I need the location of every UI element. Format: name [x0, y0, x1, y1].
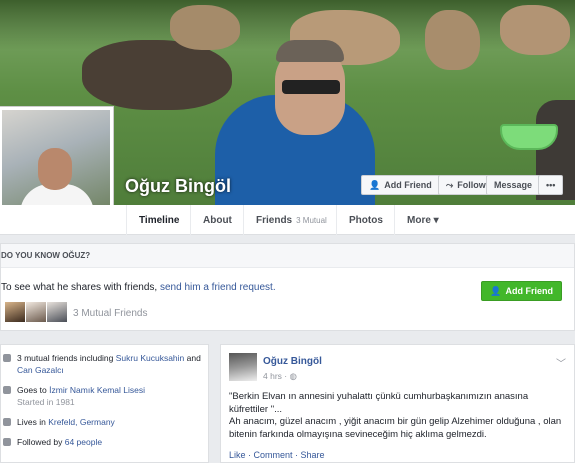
- message-button[interactable]: Message: [486, 175, 541, 195]
- tab-friends-count: 3 Mutual: [296, 215, 327, 225]
- location-link[interactable]: Krefeld, Germany: [48, 417, 115, 427]
- mutual-friends-label[interactable]: 3 Mutual Friends: [73, 308, 147, 319]
- friend-request-link[interactable]: send him a friend request.: [160, 282, 276, 293]
- mutual-friend-link[interactable]: Sukru Kucuksahin: [116, 353, 185, 363]
- know-text-prefix: To see what he shares with friends,: [1, 282, 160, 293]
- intro-mutual-and: and: [184, 353, 201, 363]
- intro-mutual-prefix: 3 mutual friends including: [17, 353, 116, 363]
- do-you-know-card: DO YOU KNOW OĞUZ? To see what he shares …: [0, 243, 575, 331]
- tab-photos[interactable]: Photos: [336, 205, 395, 235]
- add-friend-green-button[interactable]: 👤 Add Friend: [481, 281, 562, 301]
- add-friend-button[interactable]: 👤 Add Friend: [361, 175, 440, 195]
- cover-person-hair: [276, 40, 344, 62]
- mutual-friend-link[interactable]: Can Gazalcı: [17, 365, 64, 375]
- sunglasses: [282, 80, 340, 94]
- school-link[interactable]: İzmir Namık Kemal Lisesi: [49, 385, 145, 395]
- add-friend-icon: 👤: [369, 179, 381, 190]
- intro-followed-prefix: Followed by: [17, 437, 65, 447]
- tab-timeline-label: Timeline: [139, 214, 180, 226]
- post-body: "Berkin Elvan ın annesini yuhalattı çünk…: [229, 391, 569, 441]
- avatar[interactable]: [5, 302, 25, 322]
- tab-more[interactable]: More ▾: [394, 205, 451, 235]
- avatar[interactable]: [229, 353, 257, 381]
- globe-icon: ◍: [289, 371, 297, 381]
- followers-link[interactable]: 64 people: [65, 437, 102, 447]
- tab-about[interactable]: About: [190, 205, 244, 235]
- profile-nav: Timeline About Friends 3 Mutual Photos M…: [0, 205, 575, 235]
- friends-icon: [3, 354, 11, 362]
- tab-friends-label: Friends: [256, 214, 293, 226]
- deer-1: [82, 40, 232, 110]
- follow-label: Follow: [457, 180, 486, 190]
- post-body-line-1: "Berkin Elvan ın annesini yuhalattı çünk…: [229, 391, 529, 415]
- add-friend-green-label: Add Friend: [505, 286, 554, 296]
- know-text: To see what he shares with friends, send…: [1, 282, 276, 293]
- intro-lives-prefix: Lives in: [17, 417, 49, 427]
- intro-card: 3 mutual friends including Sukru Kucuksa…: [0, 344, 209, 463]
- tab-about-label: About: [203, 214, 232, 226]
- intro-followers: Followed by 64 people: [1, 436, 208, 448]
- school-icon: [3, 386, 11, 394]
- mutual-avatars: [5, 302, 67, 322]
- post-card: Oğuz Bingöl 4 hrs · ◍ ﹀ "Berkin Elvan ın…: [220, 344, 575, 463]
- deer-4: [425, 10, 480, 70]
- profile-pic-head: [38, 148, 72, 190]
- know-title: DO YOU KNOW OĞUZ?: [1, 244, 574, 268]
- tab-photos-label: Photos: [349, 214, 383, 226]
- add-friend-label: Add Friend: [384, 180, 432, 190]
- tab-more-label: More ▾: [407, 214, 439, 226]
- intro-mutual: 3 mutual friends including Sukru Kucuksa…: [1, 352, 208, 376]
- school-started: Started in 1981: [17, 397, 75, 407]
- deer-2: [170, 5, 240, 50]
- rss-icon: ⤳: [446, 179, 454, 190]
- more-dots-icon: •••: [546, 180, 556, 190]
- message-label: Message: [494, 180, 533, 190]
- green-bowl: [500, 124, 558, 150]
- add-friend-icon: 👤: [490, 285, 502, 296]
- home-icon: [3, 418, 11, 426]
- deer-5: [500, 5, 570, 55]
- rss-icon: [3, 438, 11, 446]
- profile-name[interactable]: Oğuz Bingöl: [125, 176, 231, 197]
- more-options-button[interactable]: •••: [538, 175, 564, 195]
- chevron-down-icon[interactable]: ﹀: [556, 355, 566, 370]
- avatar[interactable]: [26, 302, 46, 322]
- post-time-label: 4 hrs ·: [263, 371, 290, 381]
- intro-lives: Lives in Krefeld, Germany: [1, 416, 208, 428]
- intro-school: Goes to İzmir Namık Kemal Lisesi Started …: [1, 384, 208, 408]
- avatar[interactable]: [47, 302, 67, 322]
- post-actions[interactable]: Like · Comment · Share: [229, 450, 325, 460]
- post-author[interactable]: Oğuz Bingöl: [263, 356, 322, 367]
- post-body-line-2: Ah anacım, güzel anacım , yiğit anacım b…: [229, 416, 562, 440]
- tab-timeline[interactable]: Timeline: [126, 205, 191, 235]
- intro-school-prefix: Goes to: [17, 385, 50, 395]
- tab-friends[interactable]: Friends 3 Mutual: [243, 205, 339, 235]
- post-time[interactable]: 4 hrs · ◍: [263, 371, 297, 382]
